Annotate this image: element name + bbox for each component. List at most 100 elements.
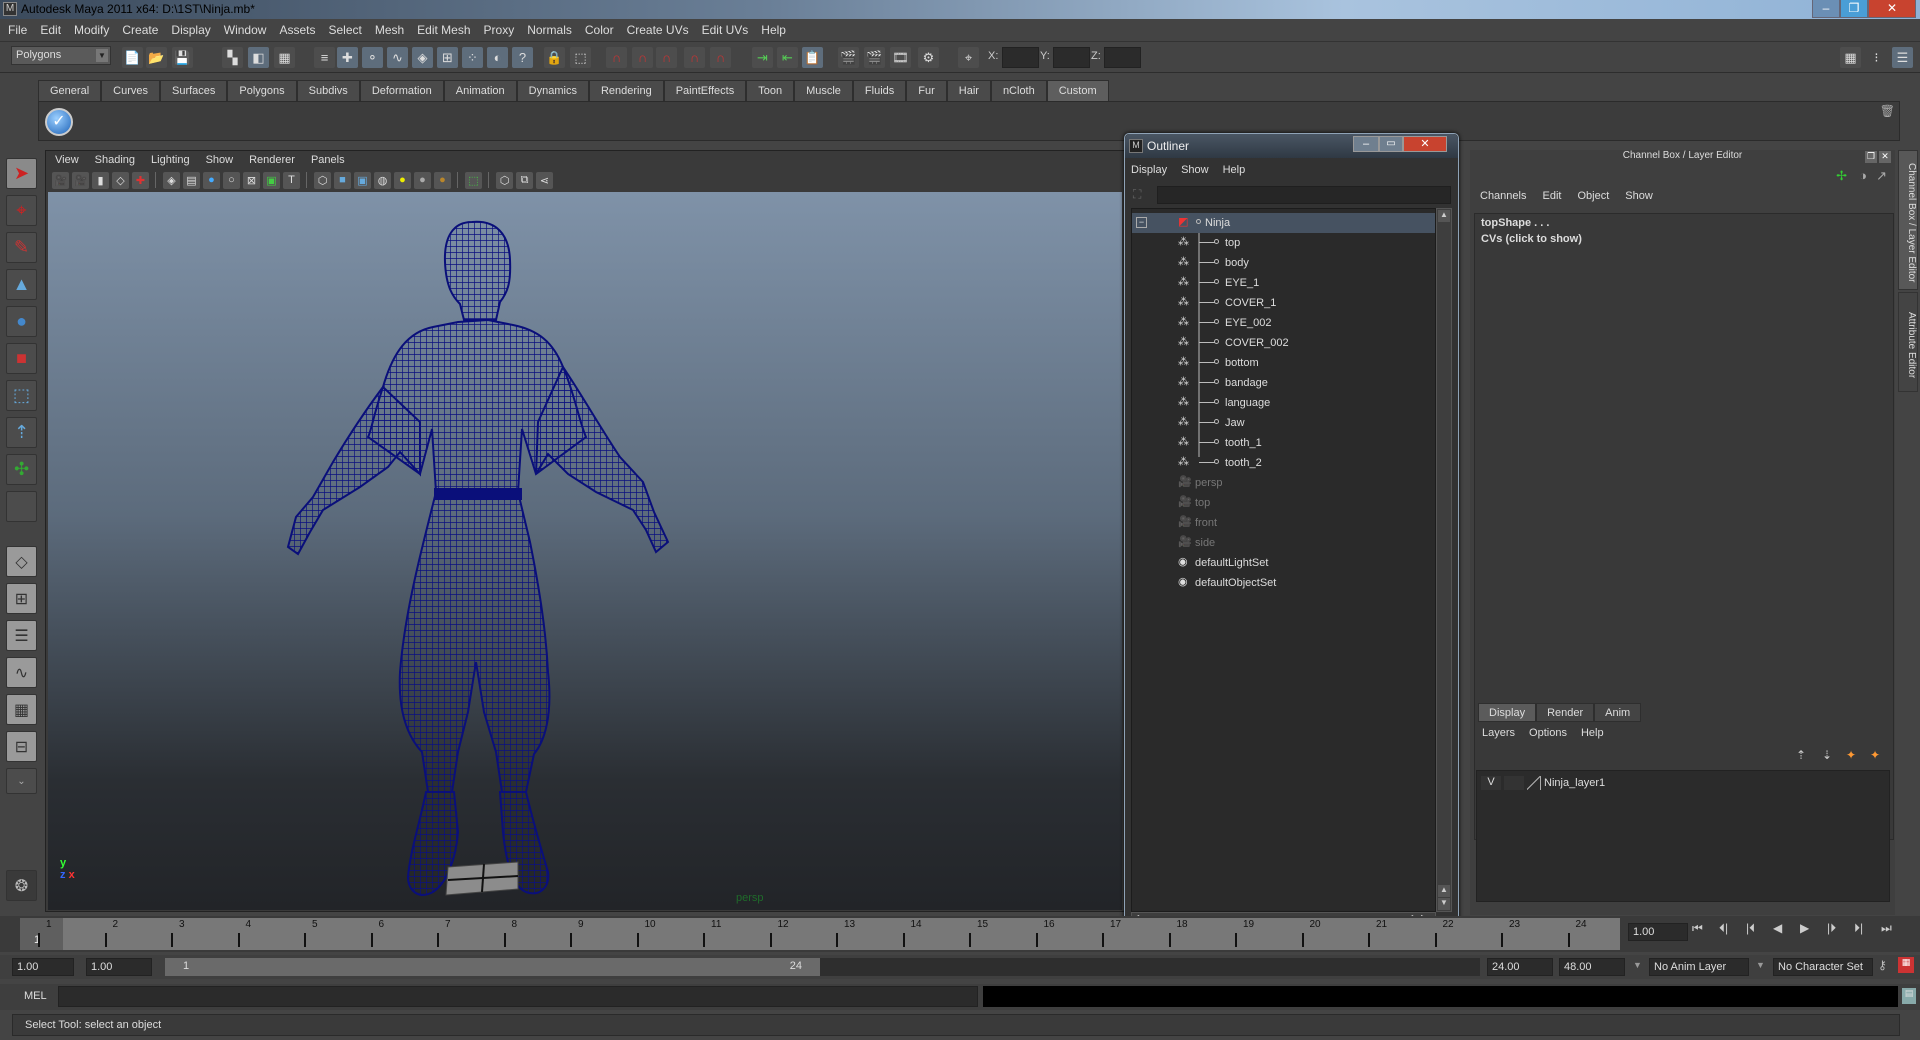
outliner-close-button[interactable]: ✕ — [1403, 136, 1447, 152]
select-object-mode-icon[interactable]: ◧ — [248, 47, 269, 68]
menu-display[interactable]: Display — [171, 23, 210, 37]
safe-action-icon[interactable]: ▣ — [263, 171, 280, 189]
render-current-frame-icon[interactable]: 🎬 — [864, 47, 885, 68]
construction-history-icon[interactable]: 📋 — [802, 47, 823, 68]
playback-end-field[interactable]: 24.00 — [1487, 958, 1553, 976]
attribute-editor-toggle-icon[interactable]: ▦ — [1840, 47, 1861, 68]
manipulator-icon[interactable]: ✢ — [1836, 168, 1847, 184]
channel-menu-edit[interactable]: Edit — [1542, 190, 1561, 202]
tab-polygons[interactable]: Polygons — [227, 80, 297, 101]
render-view-icon[interactable]: 🎬 — [838, 47, 859, 68]
outliner-title-bar[interactable]: M Outliner – ▭ ✕ — [1125, 134, 1458, 158]
go-to-start-button[interactable]: ⏮ — [1692, 921, 1703, 936]
paint-select-tool[interactable]: ✎ — [6, 232, 37, 263]
share-icon[interactable]: ⋖ — [536, 171, 553, 189]
3d-viewport[interactable]: y z x persp — [48, 192, 1122, 910]
select-dynamics-icon[interactable]: ⁘ — [462, 47, 483, 68]
script-editor-icon[interactable]: ▤ — [1902, 988, 1916, 1004]
menu-modify[interactable]: Modify — [74, 23, 109, 37]
tab-subdivs[interactable]: Subdivs — [296, 80, 360, 101]
tab-painteffects[interactable]: PaintEffects — [663, 80, 747, 101]
outliner-maximize-button[interactable]: ▭ — [1379, 136, 1403, 152]
snap-to-curves-icon[interactable]: ∩ — [632, 47, 653, 68]
outliner-menu-show[interactable]: Show — [1181, 164, 1209, 182]
menu-mesh[interactable]: Mesh — [375, 23, 404, 37]
tab-display[interactable]: Display — [1478, 703, 1537, 722]
layer-menu-help[interactable]: Help — [1581, 727, 1604, 739]
select-hierarchy-icon[interactable]: ▚ — [222, 47, 243, 68]
tab-fluids[interactable]: Fluids — [852, 80, 907, 101]
layer-visibility-toggle[interactable]: V — [1481, 776, 1501, 790]
outliner-search-input[interactable] — [1157, 186, 1451, 204]
tab-hair[interactable]: Hair — [946, 80, 991, 101]
tab-general[interactable]: General — [38, 80, 102, 101]
go-to-end-button[interactable]: ⏭ — [1881, 921, 1892, 936]
shelf-trash-icon[interactable]: 🗑 — [1880, 104, 1895, 118]
render-settings-icon[interactable]: ⚙ — [918, 47, 939, 68]
menu-select[interactable]: Select — [328, 23, 361, 37]
anim-layer-dropdown[interactable]: No Anim Layer — [1649, 958, 1749, 976]
more-layouts-button[interactable]: ⌄ — [6, 768, 37, 794]
menu-set-dropdown[interactable]: Polygons ▼ — [11, 46, 111, 65]
tab-ncloth[interactable]: nCloth — [990, 80, 1047, 101]
restore-button[interactable]: ❐ — [1840, 0, 1868, 18]
menu-help[interactable]: Help — [761, 23, 786, 37]
end-time-field[interactable]: 48.00 — [1559, 958, 1625, 976]
chevron-down-icon[interactable]: ▼ — [1633, 960, 1642, 970]
time-slider-track[interactable]: 1 12345678910111213141516171819202122232… — [20, 918, 1620, 950]
field-chart-icon[interactable]: ⊠ — [243, 171, 260, 189]
bookmarks-icon[interactable]: ▮ — [92, 171, 109, 189]
panel-menu-shading[interactable]: Shading — [95, 154, 135, 166]
selection-mask-icon[interactable]: ≡ — [314, 47, 335, 68]
tab-animation[interactable]: Animation — [443, 80, 517, 101]
grid-icon[interactable]: ◈ — [163, 171, 180, 189]
camera-attributes-icon[interactable]: 🎥 — [72, 171, 89, 189]
channel-menu-object[interactable]: Object — [1577, 190, 1609, 202]
outliner-item-top[interactable]: 🎥 top — [1132, 493, 1435, 513]
menu-create[interactable]: Create — [122, 23, 158, 37]
outliner-item-bottom[interactable]: ⁂ bottom — [1132, 353, 1435, 373]
layer-type-toggle[interactable] — [1504, 776, 1524, 790]
outliner-item-tooth-1[interactable]: ⁂ tooth_1 — [1132, 433, 1435, 453]
tab-muscle[interactable]: Muscle — [794, 80, 853, 101]
outliner-item-bandage[interactable]: ⁂ bandage — [1132, 373, 1435, 393]
panel-menu-panels[interactable]: Panels — [311, 154, 345, 166]
select-handles-icon[interactable]: ✚ — [337, 47, 358, 68]
outliner-item-defaultobjectset[interactable]: ◉ defaultObjectSet — [1132, 573, 1435, 593]
select-rendering-icon[interactable]: ◐ — [487, 47, 508, 68]
2d-pan-zoom-icon[interactable]: ✚ — [132, 171, 149, 189]
channel-menu-show[interactable]: Show — [1625, 190, 1653, 202]
select-surfaces-icon[interactable]: ◈ — [412, 47, 433, 68]
select-tool[interactable]: ➤ — [6, 158, 37, 189]
outliner-item-cover-002[interactable]: ⁂ COVER_002 — [1132, 333, 1435, 353]
wireframe-icon[interactable]: ⬡ — [314, 171, 331, 189]
layer-row[interactable]: V Ninja_layer1 — [1481, 775, 1605, 791]
snap-to-points-icon[interactable]: ∩ — [656, 47, 677, 68]
minimize-button[interactable]: – — [1812, 0, 1840, 18]
tab-surfaces[interactable]: Surfaces — [159, 80, 228, 101]
textured-icon[interactable]: ◍ — [374, 171, 391, 189]
outliner-item-top[interactable]: ⁂ top — [1132, 233, 1435, 253]
outliner-menu-help[interactable]: Help — [1223, 164, 1246, 182]
outliner-item-language[interactable]: ⁂ language — [1132, 393, 1435, 413]
collapse-icon[interactable]: − — [1136, 217, 1147, 228]
outliner-item-eye-002[interactable]: ⁂ EYE_002 — [1132, 313, 1435, 333]
panel-menu-lighting[interactable]: Lighting — [151, 154, 190, 166]
step-forward-frame-button[interactable]: ⏵| — [1854, 921, 1863, 936]
last-used-tool[interactable] — [6, 491, 37, 522]
select-joints-icon[interactable]: ⚬ — [362, 47, 383, 68]
range-slider[interactable]: 1 24 — [165, 958, 1480, 976]
make-live-icon[interactable]: ∩ — [710, 47, 731, 68]
input-connections-icon[interactable]: ⇥ — [752, 47, 773, 68]
menu-window[interactable]: Window — [224, 23, 267, 37]
single-perspective-layout[interactable]: ◇ — [6, 546, 37, 577]
new-empty-layer-icon[interactable]: ✦ — [1846, 748, 1856, 762]
filter-icon[interactable]: ⛶ — [1133, 187, 1153, 203]
select-misc-icon[interactable]: ? — [512, 47, 533, 68]
xray-icon[interactable]: ⬡ — [496, 171, 513, 189]
float-panel-icon[interactable]: ❐ — [1865, 151, 1877, 163]
outliner-item-cover-1[interactable]: ⁂ COVER_1 — [1132, 293, 1435, 313]
menu-assets[interactable]: Assets — [279, 23, 315, 37]
play-backwards-button[interactable]: ◀ — [1773, 921, 1782, 935]
scroll-down-icon[interactable]: ▼ — [1438, 898, 1450, 910]
